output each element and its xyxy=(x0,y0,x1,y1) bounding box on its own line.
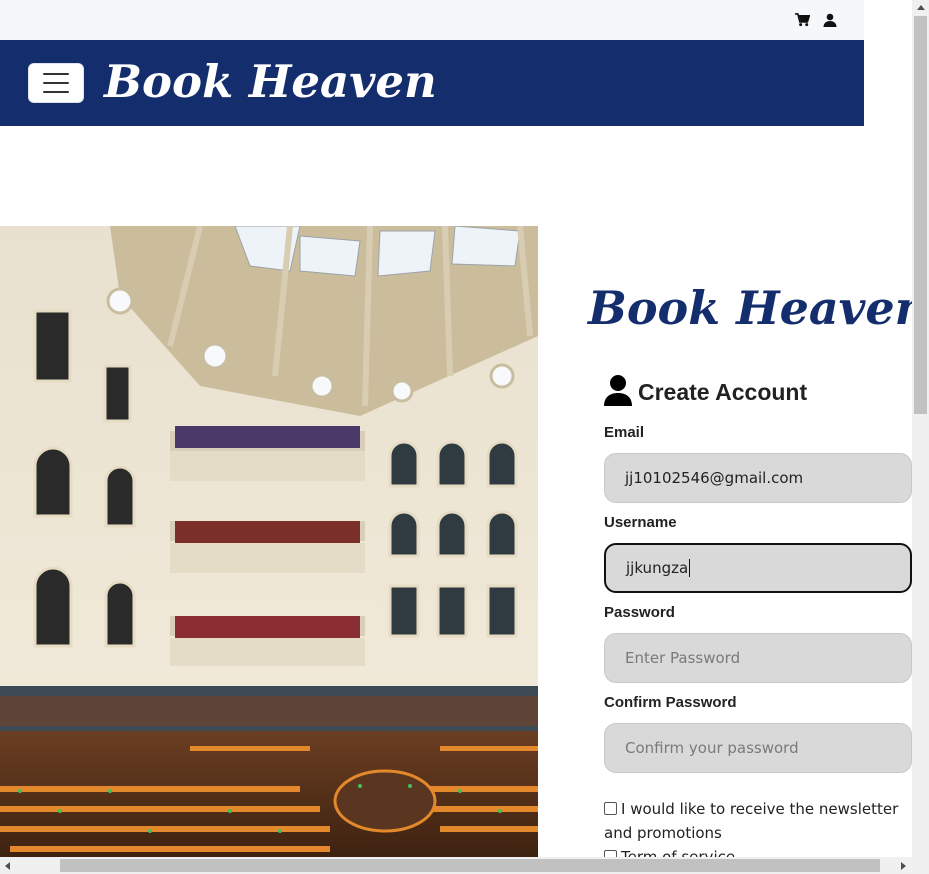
newsletter-checkbox[interactable] xyxy=(604,801,617,815)
library-hero-image xyxy=(0,226,538,857)
username-field[interactable]: jjkungza xyxy=(604,543,912,593)
main-navbar: Book Heaven xyxy=(0,40,864,126)
create-account-heading: Create Account xyxy=(604,374,807,411)
top-utility-bar xyxy=(0,0,864,40)
cart-icon[interactable] xyxy=(794,12,810,28)
scrollbar-corner xyxy=(912,857,929,874)
text-caret xyxy=(689,559,691,577)
email-label: Email xyxy=(604,424,645,441)
confirm-password-field[interactable]: Confirm your password xyxy=(604,723,912,773)
terms-label: Term of service xyxy=(621,848,736,857)
horizontal-scrollbar[interactable] xyxy=(0,857,912,874)
hamburger-line xyxy=(43,91,69,93)
page-title: Create Account xyxy=(638,379,808,405)
form-brand-logo: Book Heaven xyxy=(588,281,912,335)
hamburger-line xyxy=(43,82,69,84)
vertical-scrollbar[interactable] xyxy=(912,0,929,857)
password-field[interactable]: Enter Password xyxy=(604,633,912,683)
scroll-left-arrow-icon[interactable] xyxy=(5,862,10,870)
password-placeholder: Enter Password xyxy=(625,649,741,667)
hamburger-menu-button[interactable] xyxy=(28,63,84,103)
scroll-up-arrow-icon[interactable] xyxy=(917,5,925,10)
page: Book Heaven Book Heaven Create Account E… xyxy=(0,0,912,857)
email-value: jj10102546@gmail.com xyxy=(625,469,804,487)
user-icon[interactable] xyxy=(822,12,838,28)
password-label: Password xyxy=(604,604,675,621)
newsletter-checkbox-row: I would like to receive the newsletter a… xyxy=(604,797,912,845)
terms-checkbox[interactable] xyxy=(604,849,617,857)
confirm-password-placeholder: Confirm your password xyxy=(625,739,799,757)
username-label: Username xyxy=(604,514,677,531)
brand-logo[interactable]: Book Heaven xyxy=(104,52,437,112)
username-value: jjkungza xyxy=(626,559,689,577)
scroll-right-arrow-icon[interactable] xyxy=(901,862,906,870)
terms-checkbox-row: Term of service xyxy=(604,845,912,857)
vertical-scroll-thumb[interactable] xyxy=(914,16,927,414)
user-icon xyxy=(604,374,632,411)
horizontal-scroll-thumb[interactable] xyxy=(60,859,880,872)
newsletter-label: I would like to receive the newsletter a… xyxy=(604,800,899,842)
hamburger-icon xyxy=(43,73,69,75)
email-field[interactable]: jj10102546@gmail.com xyxy=(604,453,912,503)
confirm-password-label: Confirm Password xyxy=(604,694,737,711)
